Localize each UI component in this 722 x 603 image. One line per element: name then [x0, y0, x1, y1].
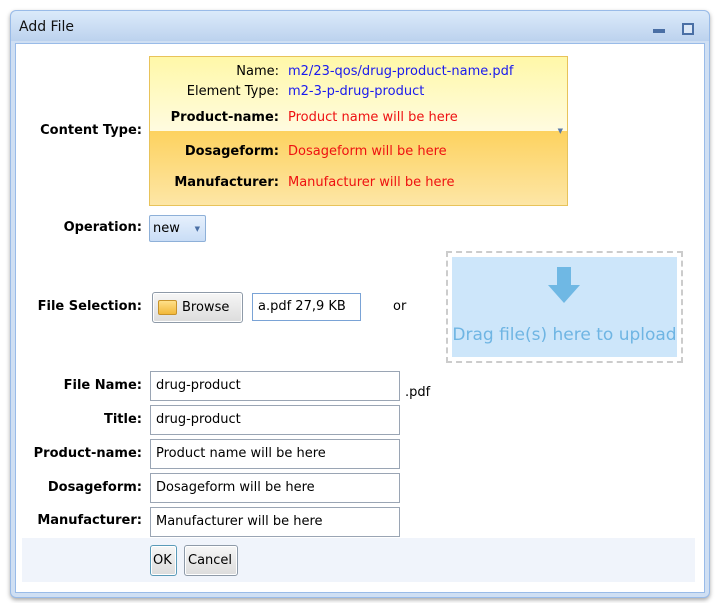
- chevron-down-icon: ▼: [194, 225, 200, 233]
- download-arrow-icon: [548, 267, 580, 303]
- file-extension: .pdf: [405, 385, 431, 400]
- drop-zone-text: Drag file(s) here to upload: [452, 325, 677, 345]
- file-name-label: File Name:: [63, 378, 142, 393]
- button-bar: [22, 538, 695, 582]
- title-input[interactable]: drug-product: [150, 405, 400, 435]
- browse-label: Browse: [182, 300, 230, 315]
- title-label: Title:: [103, 412, 142, 427]
- dosageform-label: Dosageform:: [184, 144, 279, 159]
- dosageform-value: Dosageform will be here: [288, 144, 447, 159]
- manufacturer-field-label: Manufacturer:: [37, 513, 142, 528]
- product-name-value: Product name will be here: [288, 110, 458, 125]
- selected-file: a.pdf 27,9 KB: [252, 293, 361, 321]
- ok-button[interactable]: OK: [150, 545, 177, 576]
- or-text: or: [393, 299, 407, 314]
- operation-value: new: [153, 221, 180, 236]
- file-selection-label: File Selection:: [37, 299, 142, 314]
- content-type-label: Content Type:: [40, 123, 142, 138]
- manufacturer-label: Manufacturer:: [174, 175, 279, 190]
- content-type-combo[interactable]: Name: m2/23-qos/drug-product-name.pdf El…: [149, 56, 568, 206]
- title-bar[interactable]: Add File: [11, 11, 709, 41]
- drop-zone[interactable]: Drag file(s) here to upload: [446, 251, 683, 363]
- dosageform-field-label: Dosageform:: [47, 480, 142, 495]
- manufacturer-value: Manufacturer will be here: [288, 175, 455, 190]
- operation-label: Operation:: [63, 220, 142, 235]
- cancel-button[interactable]: Cancel: [184, 545, 238, 576]
- element-type-label: Element Type:: [186, 84, 279, 99]
- product-name-label: Product-name:: [170, 110, 279, 125]
- product-name-field-label: Product-name:: [33, 446, 142, 461]
- element-type-value: m2-3-p-drug-product: [288, 84, 425, 99]
- folder-icon: [158, 300, 177, 315]
- dosageform-input[interactable]: Dosageform will be here: [150, 473, 400, 503]
- name-label: Name:: [236, 64, 279, 79]
- manufacturer-input[interactable]: Manufacturer will be here: [150, 507, 400, 537]
- browse-button[interactable]: Browse: [152, 292, 243, 323]
- minimize-icon[interactable]: [653, 23, 665, 35]
- product-name-input[interactable]: Product name will be here: [150, 439, 400, 469]
- name-value: m2/23-qos/drug-product-name.pdf: [288, 64, 514, 79]
- dialog-title: Add File: [19, 19, 74, 35]
- dropdown-arrow-icon[interactable]: ▼: [558, 127, 563, 135]
- file-name-input[interactable]: drug-product: [150, 371, 400, 401]
- maximize-icon[interactable]: [682, 23, 694, 35]
- operation-select[interactable]: new ▼: [149, 215, 206, 242]
